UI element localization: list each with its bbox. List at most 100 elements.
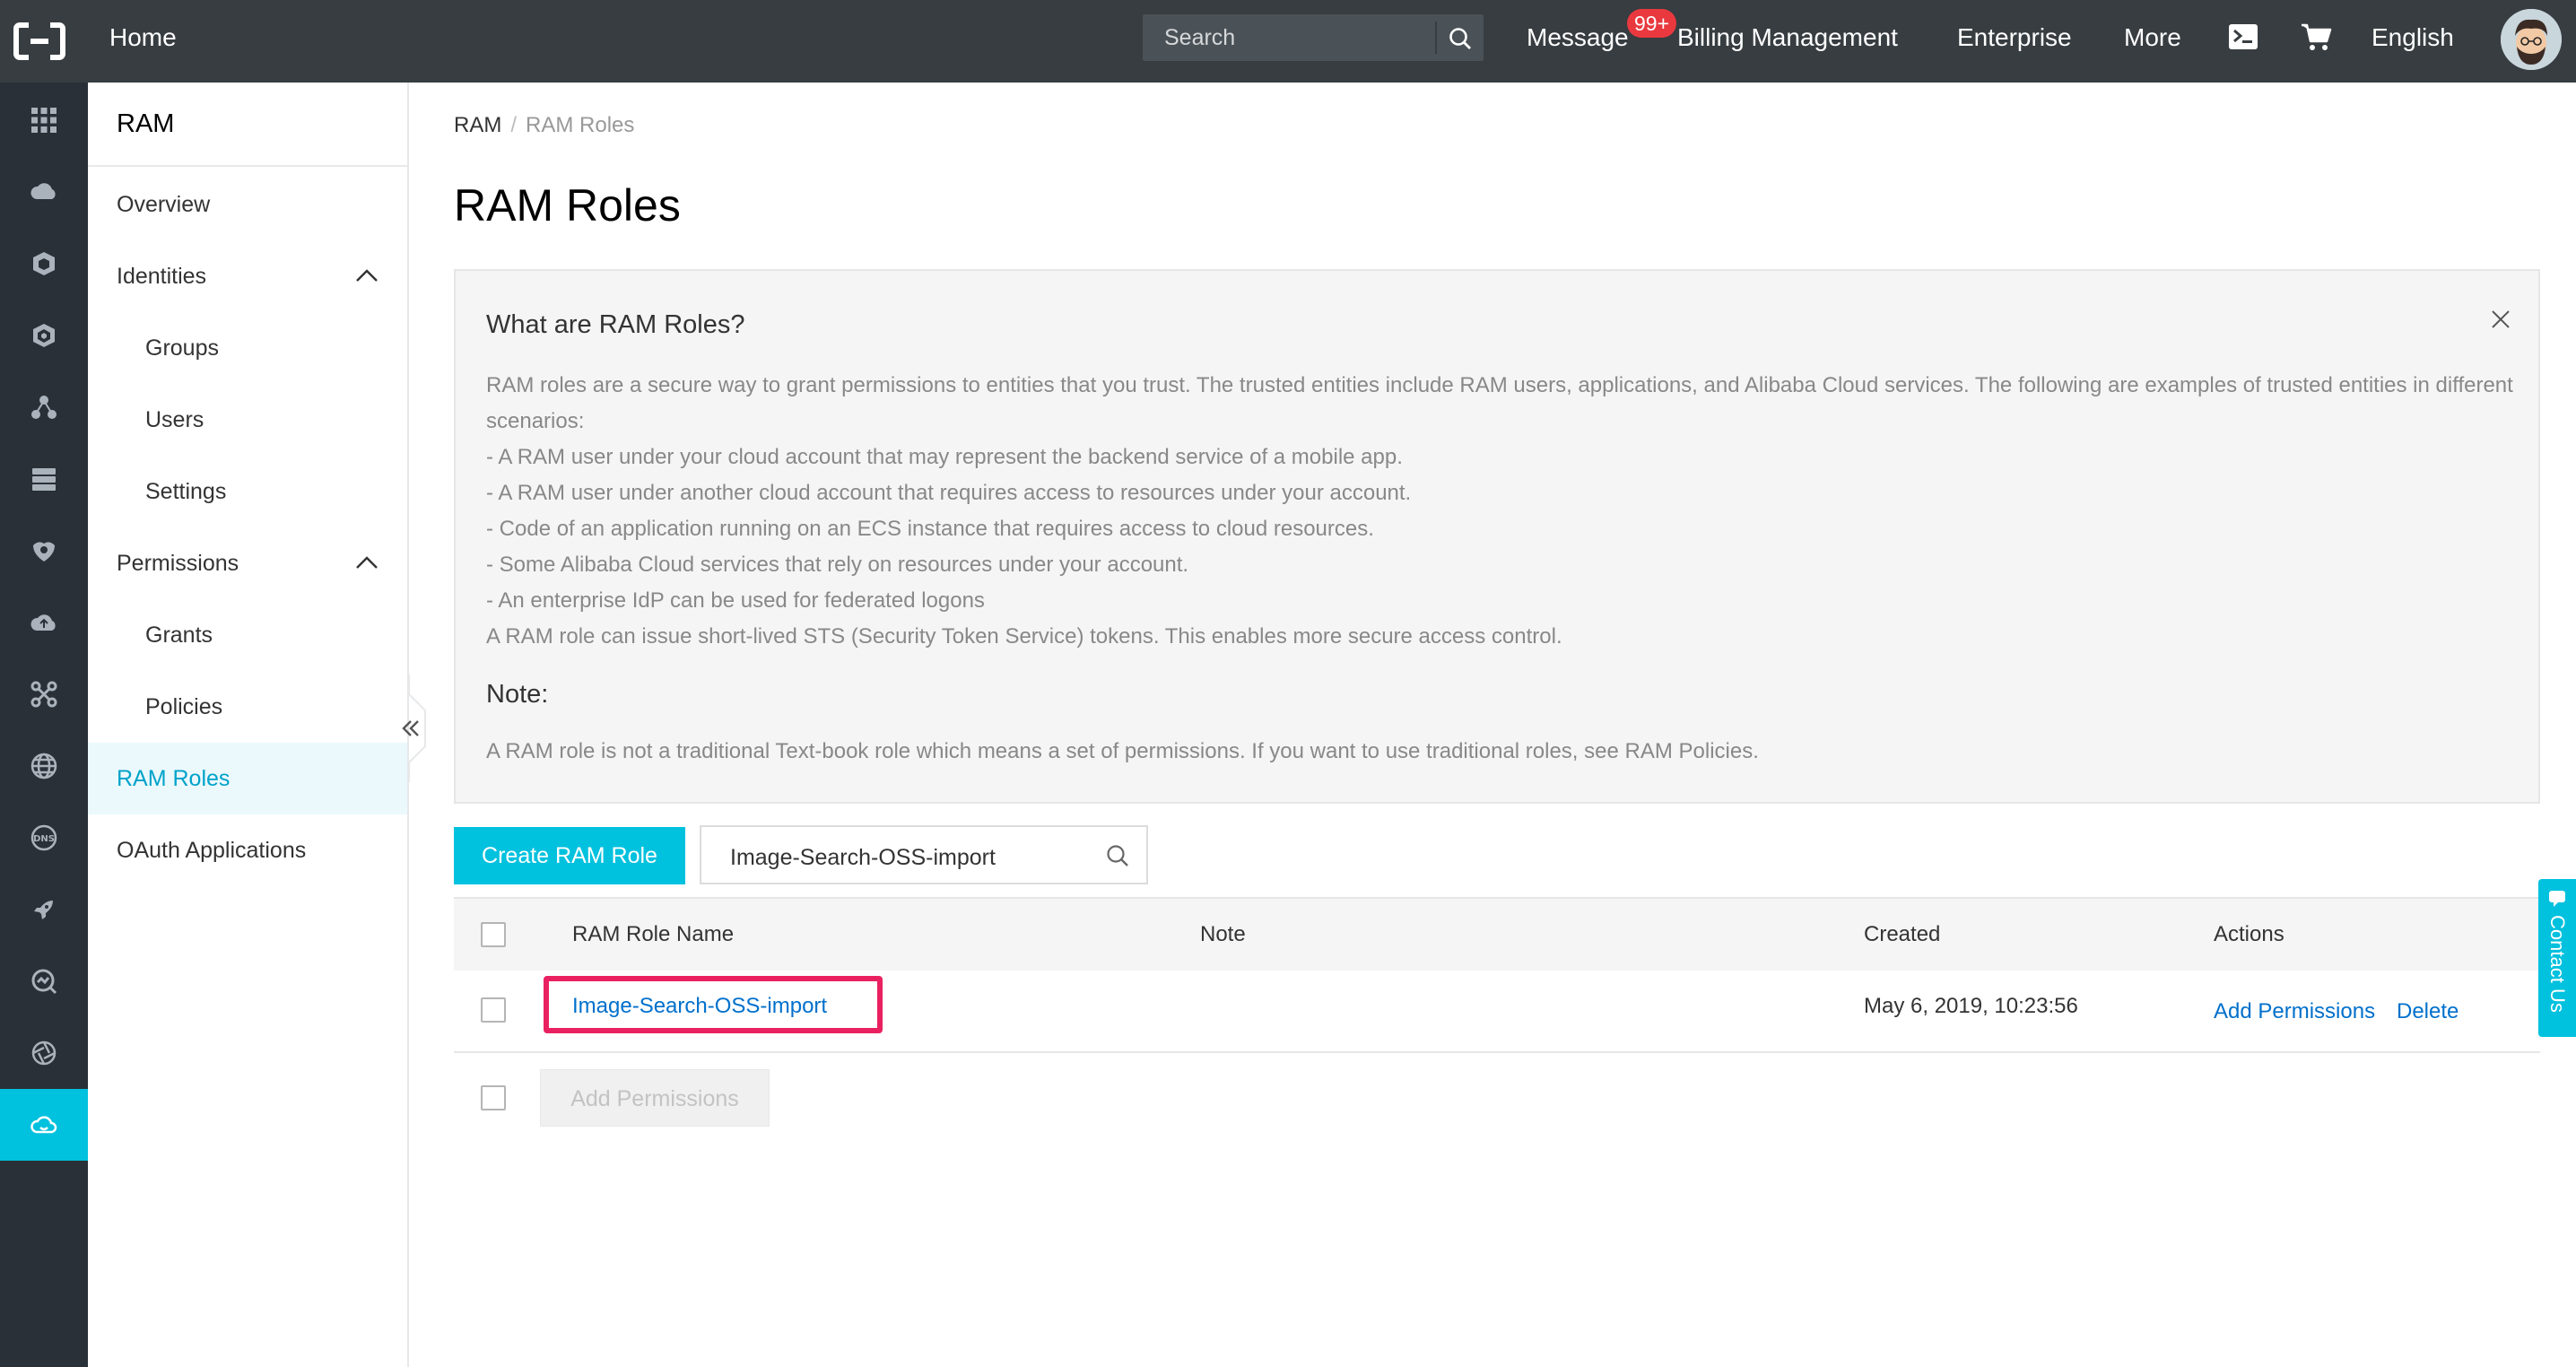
note-text: A RAM role is not a traditional Text-boo… bbox=[486, 739, 1759, 763]
role-search-input[interactable]: Image-Search-OSS-import bbox=[700, 825, 1148, 884]
rail-item-storage[interactable] bbox=[0, 443, 88, 515]
more-link[interactable]: More bbox=[2124, 23, 2181, 52]
sidebar-item-permissions[interactable]: Permissions bbox=[88, 527, 407, 599]
sidebar-item-settings[interactable]: Settings bbox=[88, 456, 407, 527]
cube-stack-icon bbox=[33, 324, 55, 347]
products-menu-button[interactable] bbox=[0, 84, 88, 156]
sidebar-divider bbox=[88, 165, 407, 167]
column-header-created: Created bbox=[1864, 922, 1941, 946]
sidebar-item-groups[interactable]: Groups bbox=[88, 312, 407, 384]
search-input[interactable]: Search bbox=[1143, 14, 1484, 61]
rail-item-security[interactable] bbox=[0, 515, 88, 587]
column-header-actions: Actions bbox=[2214, 922, 2284, 946]
rail-item-cube[interactable] bbox=[0, 228, 88, 300]
dns-icon: DNS bbox=[30, 824, 57, 851]
info-panel: What are RAM Roles? RAM roles are a secu… bbox=[454, 269, 2540, 804]
rail-item-cloud-server[interactable] bbox=[0, 156, 88, 228]
sidebar-item-label: Permissions bbox=[117, 551, 239, 576]
rail-item-aperture[interactable] bbox=[0, 1017, 88, 1089]
info-line: - Some Alibaba Cloud services that rely … bbox=[486, 553, 1189, 577]
batch-select-checkbox[interactable] bbox=[481, 1085, 506, 1110]
role-name-link[interactable]: Image-Search-OSS-import bbox=[572, 994, 827, 1019]
table-row: Image-Search-OSS-import May 6, 2019, 10:… bbox=[454, 971, 2540, 1053]
rail-item-monitor[interactable] bbox=[0, 945, 88, 1017]
role-search-value: Image-Search-OSS-import bbox=[730, 845, 996, 870]
sidebar-title: RAM bbox=[117, 109, 175, 138]
rail-item-rocket[interactable] bbox=[0, 874, 88, 945]
globe-icon bbox=[30, 753, 57, 779]
info-panel-body: RAM roles are a secure way to grant perm… bbox=[486, 368, 2513, 655]
main-content: RAM / RAM Roles RAM Roles What are RAM Rol… bbox=[411, 83, 2576, 1367]
security-icon bbox=[33, 542, 55, 562]
role-created: May 6, 2019, 10:23:56 bbox=[1864, 994, 2078, 1018]
network-icon bbox=[31, 396, 57, 419]
batch-add-permissions-button[interactable]: Add Permissions bbox=[540, 1069, 770, 1127]
breadcrumb-root[interactable]: RAM bbox=[454, 113, 501, 137]
sidebar-item-users[interactable]: Users bbox=[88, 384, 407, 456]
cloud-server-icon bbox=[30, 183, 56, 199]
chevron-up-icon bbox=[356, 556, 378, 569]
search-icon[interactable] bbox=[1448, 26, 1473, 51]
scissors-icon bbox=[30, 681, 57, 708]
select-all-checkbox[interactable] bbox=[481, 922, 506, 947]
row-checkbox[interactable] bbox=[481, 997, 506, 1023]
billing-management-link[interactable]: Billing Management bbox=[1677, 23, 1898, 52]
sidebar-item-label: Policies bbox=[145, 694, 223, 719]
search-icon[interactable] bbox=[1105, 843, 1130, 868]
sidebar-item-identities[interactable]: Identities bbox=[88, 240, 407, 312]
breadcrumb: RAM / RAM Roles bbox=[454, 113, 634, 138]
chat-icon bbox=[2549, 891, 2565, 907]
add-permissions-link[interactable]: Add Permissions bbox=[2214, 999, 2375, 1024]
search-separator bbox=[1435, 22, 1437, 54]
breadcrumb-current: RAM Roles bbox=[526, 113, 635, 137]
message-link[interactable]: Message bbox=[1527, 23, 1629, 52]
rail-item-cloud[interactable] bbox=[0, 587, 88, 658]
user-avatar[interactable] bbox=[2501, 9, 2562, 70]
ram-sidebar: RAM Overview Identities Groups Users Set… bbox=[88, 83, 409, 1367]
top-bar: Home Search Message 99+ Billing Manageme… bbox=[0, 0, 2576, 83]
rail-item-dns[interactable]: DNS bbox=[0, 802, 88, 874]
language-switch[interactable]: English bbox=[2371, 23, 2454, 52]
delete-link[interactable]: Delete bbox=[2397, 999, 2459, 1024]
table-header: RAM Role Name Note Created Actions bbox=[454, 897, 2540, 971]
note-heading: Note: bbox=[486, 680, 549, 709]
message-count-badge: 99+ bbox=[1627, 9, 1677, 38]
column-header-note: Note bbox=[1200, 922, 1246, 946]
storage-icon bbox=[32, 468, 56, 491]
info-line: - A RAM user under your cloud account th… bbox=[486, 445, 1403, 469]
rail-item-cube-stack[interactable] bbox=[0, 300, 88, 371]
rocket-icon bbox=[34, 901, 53, 919]
terminal-icon[interactable] bbox=[2228, 23, 2258, 50]
sidebar-item-grants[interactable]: Grants bbox=[88, 599, 407, 671]
sidebar-item-oauth-applications[interactable]: OAuth Applications bbox=[88, 814, 407, 886]
column-header-name: RAM Role Name bbox=[572, 922, 735, 946]
info-line: A RAM role can issue short-lived STS (Se… bbox=[486, 624, 1562, 649]
sidebar-item-label: Overview bbox=[117, 192, 211, 217]
info-panel-title: What are RAM Roles? bbox=[486, 310, 745, 339]
alibaba-cloud-logo-icon[interactable] bbox=[13, 20, 66, 63]
breadcrumb-separator: / bbox=[510, 113, 518, 137]
sidebar-item-ram-roles[interactable]: RAM Roles bbox=[88, 743, 407, 814]
sidebar-item-label: Groups bbox=[145, 335, 219, 361]
chevron-up-icon bbox=[356, 269, 378, 282]
rail-item-network[interactable] bbox=[0, 371, 88, 443]
cube-icon bbox=[33, 252, 55, 275]
cart-icon[interactable] bbox=[2300, 22, 2332, 52]
sidebar-item-label: OAuth Applications bbox=[117, 838, 307, 863]
close-icon[interactable] bbox=[2490, 309, 2511, 330]
sidebar-item-overview[interactable]: Overview bbox=[88, 169, 407, 240]
sidebar-item-policies[interactable]: Policies bbox=[88, 671, 407, 743]
product-icon-rail: DNS bbox=[0, 83, 88, 1367]
home-link[interactable]: Home bbox=[109, 23, 177, 52]
info-line: - Code of an application running on an E… bbox=[486, 517, 1374, 541]
contact-us-tab[interactable]: Contact Us bbox=[2538, 879, 2576, 1037]
rail-item-globe[interactable] bbox=[0, 730, 88, 802]
enterprise-link[interactable]: Enterprise bbox=[1957, 23, 2072, 52]
info-line: RAM roles are a secure way to grant perm… bbox=[486, 373, 2513, 433]
sidebar-item-label: Identities bbox=[117, 264, 207, 289]
rail-item-cloud-active[interactable] bbox=[0, 1089, 88, 1161]
sidebar-item-label: Settings bbox=[145, 479, 227, 504]
cloud-upload-icon bbox=[30, 1116, 57, 1134]
create-ram-role-button[interactable]: Create RAM Role bbox=[454, 827, 685, 884]
rail-item-scissors[interactable] bbox=[0, 658, 88, 730]
